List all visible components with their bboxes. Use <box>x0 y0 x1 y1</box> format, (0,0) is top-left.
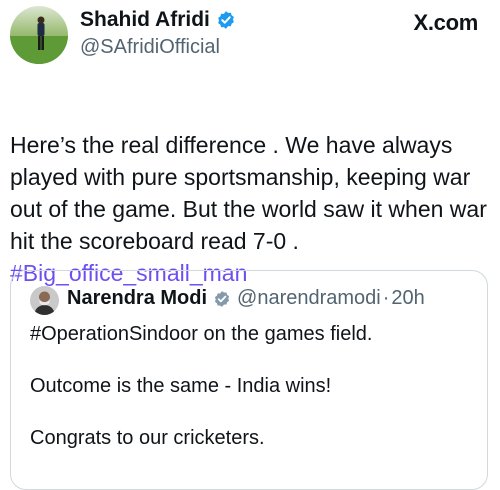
quoted-author-name[interactable]: Narendra Modi <box>67 287 207 310</box>
author-handle[interactable]: @SAfridiOfficial <box>80 36 220 59</box>
quoted-line: Outcome is the same - India wins! <box>30 375 332 397</box>
quoted-header: Narendra Modi @narendramodi · 20h <box>67 287 425 310</box>
quoted-tweet[interactable]: Narendra Modi @narendramodi · 20h #Opera… <box>10 270 488 490</box>
meta-separator: · <box>382 287 390 309</box>
quoted-author-avatar[interactable] <box>30 286 59 315</box>
quoted-timestamp[interactable]: 20h <box>391 287 424 310</box>
quoted-author-handle[interactable]: @narendramodi <box>237 287 381 310</box>
author-avatar[interactable] <box>10 6 68 64</box>
quoted-line: #OperationSindoor on the games field. <box>30 323 373 345</box>
author-name-row[interactable]: Shahid Afridi <box>80 8 236 32</box>
brand-logo: X.com <box>413 10 478 35</box>
verified-badge-icon <box>216 10 236 30</box>
quoted-line: Congrats to our cricketers. <box>30 427 265 449</box>
tweet-body: Here’s the real difference . We have alw… <box>10 132 487 254</box>
author-name[interactable]: Shahid Afridi <box>80 8 210 32</box>
quoted-body: #OperationSindoor on the games field. Ou… <box>30 321 470 477</box>
verified-badge-icon <box>213 290 231 308</box>
